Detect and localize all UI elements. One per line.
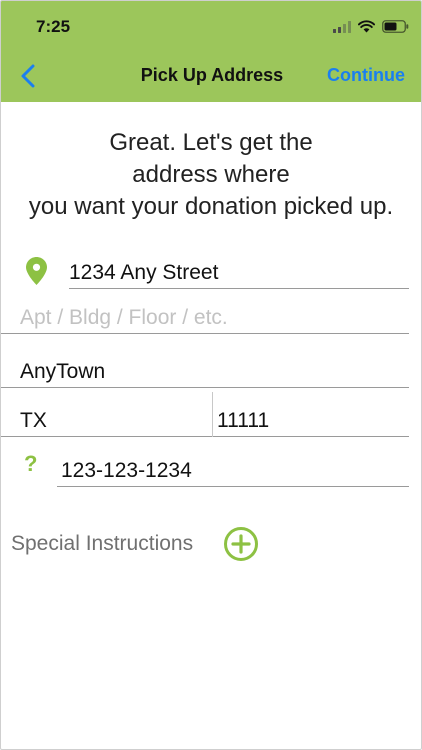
apt-field[interactable]: Apt / Bldg / Floor / etc. [1, 304, 409, 334]
location-pin-icon [26, 257, 47, 285]
help-icon[interactable]: ? [24, 451, 37, 477]
add-circle-icon[interactable] [223, 526, 259, 562]
intro-line-1: Great. Let's get the [109, 129, 313, 156]
status-icons [333, 20, 409, 33]
phone-field[interactable]: 123-123-1234 [57, 457, 409, 487]
special-instructions-label: Special Instructions [11, 532, 194, 555]
status-time: 7:25 [36, 17, 71, 36]
signal-icon [333, 20, 351, 33]
continue-button[interactable]: Continue [327, 65, 405, 86]
wifi-icon [358, 20, 375, 33]
state-field[interactable]: TX [1, 407, 212, 437]
screen: 7:25 Pick Up Address Continue Great. Let… [0, 0, 422, 750]
intro-line-2: address where [132, 161, 290, 188]
zip-field[interactable]: 11111 [213, 407, 409, 437]
header-bar: 7:25 Pick Up Address Continue [1, 1, 421, 102]
street-address-field[interactable]: 1234 Any Street [69, 259, 409, 289]
intro-line-3: you want your donation picked up. [28, 193, 394, 220]
city-field[interactable]: AnyTown [1, 358, 409, 388]
intro-message: Great. Let's get the address where you w… [1, 127, 421, 223]
battery-icon [382, 20, 409, 33]
